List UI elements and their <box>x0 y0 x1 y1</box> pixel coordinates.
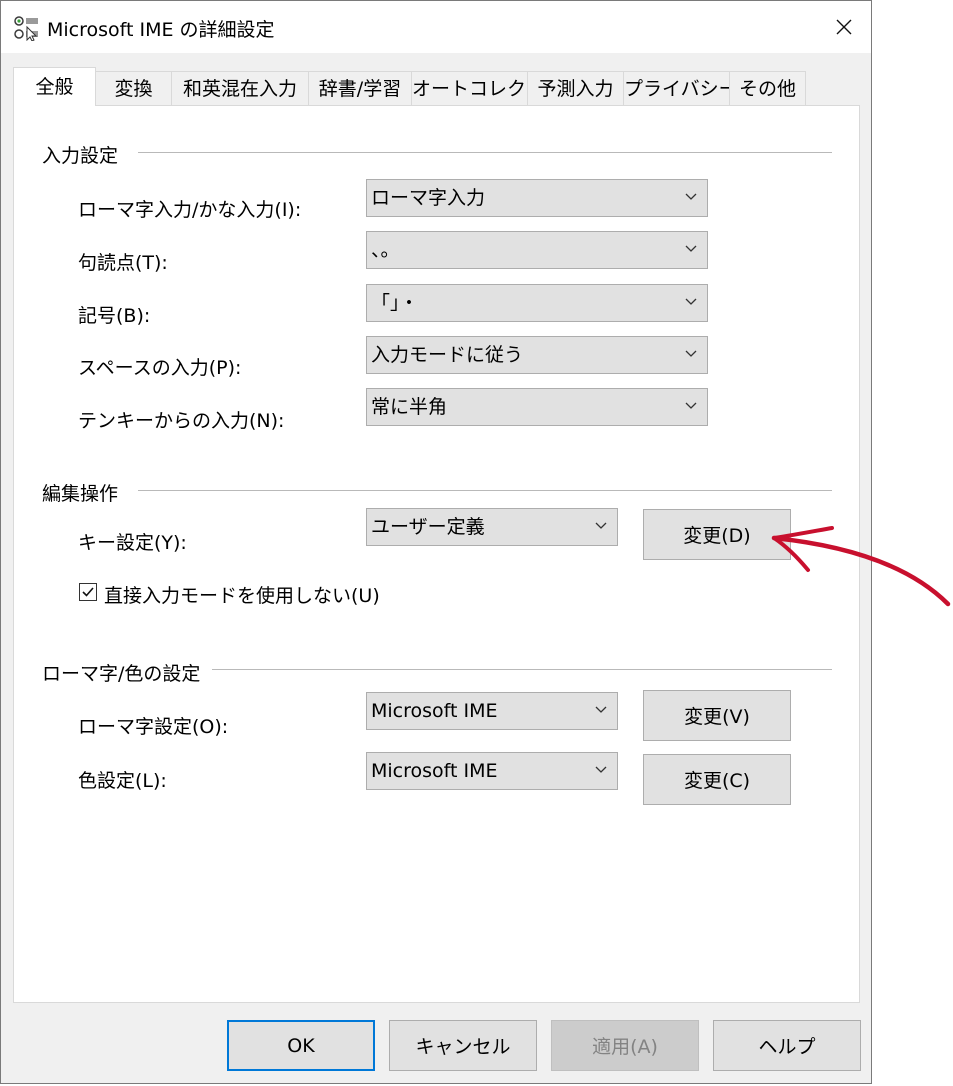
label-romaji-kana: ローマ字入力/かな入力(I): <box>78 199 302 221</box>
group-title-input: 入力設定 <box>42 141 131 168</box>
label-punctuation: 句読点(T): <box>78 252 168 274</box>
checkmark-icon <box>82 587 94 597</box>
chevron-down-icon <box>685 402 697 409</box>
select-value: Microsoft IME <box>371 760 498 782</box>
select-numpad-input[interactable]: 常に半角 <box>366 388 708 426</box>
select-value: ローマ字入力 <box>371 187 486 209</box>
chevron-down-icon <box>685 298 697 305</box>
select-key-settings[interactable]: ユーザー定義 <box>366 508 618 546</box>
tab-autocorrect[interactable]: オートコレクト <box>411 71 545 105</box>
close-icon <box>836 19 852 35</box>
tab-panel-general: 入力設定 ローマ字入力/かな入力(I): ローマ字入力 句読点(T): 、。 記… <box>13 105 860 1003</box>
change-color-settings-button[interactable]: 変更(C) <box>643 754 791 805</box>
tab-prediction[interactable]: 予測入力 <box>527 71 624 105</box>
select-value: ユーザー定義 <box>371 516 485 538</box>
select-romaji-settings[interactable]: Microsoft IME <box>366 692 618 730</box>
select-color-settings[interactable]: Microsoft IME <box>366 752 618 790</box>
tab-mixed-input[interactable]: 和英混在入力 <box>171 71 309 105</box>
group-title-editing: 編集操作 <box>42 479 131 506</box>
label-space-input: スペースの入力(P): <box>78 357 242 379</box>
label-key-settings: キー設定(Y): <box>78 532 187 554</box>
chevron-down-icon <box>685 193 697 200</box>
annotation-arrow-icon <box>771 526 951 607</box>
select-romaji-kana[interactable]: ローマ字入力 <box>366 179 708 217</box>
chevron-down-icon <box>595 706 607 713</box>
apply-button: 適用(A) <box>551 1020 699 1071</box>
select-value: 、。 <box>371 239 400 261</box>
tab-dictionary[interactable]: 辞書/学習 <box>308 71 412 105</box>
select-punctuation[interactable]: 、。 <box>366 231 708 269</box>
group-divider <box>138 152 832 153</box>
label-numpad-input: テンキーからの入力(N): <box>78 410 285 432</box>
select-symbols[interactable]: 「」・ <box>366 284 708 322</box>
ime-settings-icon <box>14 16 38 41</box>
tab-general[interactable]: 全般 <box>13 67 96 106</box>
select-value: 常に半角 <box>371 396 448 418</box>
label-color-settings: 色設定(L): <box>78 770 167 792</box>
window-title: Microsoft IME の詳細設定 <box>47 19 275 41</box>
chevron-down-icon <box>595 766 607 773</box>
cancel-button[interactable]: キャンセル <box>389 1020 537 1071</box>
chevron-down-icon <box>685 350 697 357</box>
help-button[interactable]: ヘルプ <box>713 1020 861 1071</box>
chevron-down-icon <box>685 245 697 252</box>
close-button[interactable] <box>819 7 869 47</box>
group-divider <box>138 490 832 491</box>
group-divider <box>210 669 832 670</box>
label-direct-input: 直接入力モードを使用しない(U) <box>104 585 380 607</box>
tab-privacy[interactable]: プライバシー <box>623 71 738 105</box>
select-space-input[interactable]: 入力モードに従う <box>366 336 708 374</box>
chevron-down-icon <box>595 522 607 529</box>
group-title-romaji-color: ローマ字/色の設定 <box>42 659 213 686</box>
change-romaji-settings-button[interactable]: 変更(V) <box>643 690 791 741</box>
select-value: 入力モードに従う <box>371 344 524 366</box>
tab-other[interactable]: その他 <box>729 71 806 105</box>
select-value: 「」・ <box>371 292 419 314</box>
checkbox-direct-input[interactable] <box>79 583 97 601</box>
label-romaji-settings: ローマ字設定(O): <box>78 716 229 738</box>
select-value: Microsoft IME <box>371 700 498 722</box>
dialog-window: Microsoft IME の詳細設定 全般 変換 和英混在入力 辞書/学習 オ… <box>0 0 872 1084</box>
label-symbols: 記号(B): <box>78 305 151 327</box>
tab-conversion[interactable]: 変換 <box>95 71 172 105</box>
title-bar: Microsoft IME の詳細設定 <box>1 1 871 53</box>
ok-button[interactable]: OK <box>227 1020 375 1071</box>
